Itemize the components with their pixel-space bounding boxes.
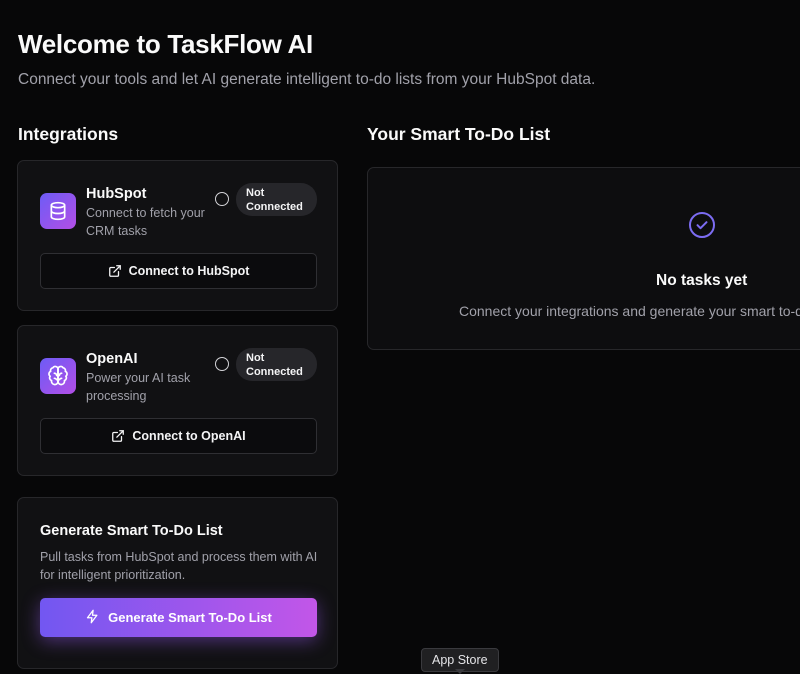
openai-integration-card: OpenAI Power your AI task processing Not… — [17, 325, 338, 476]
openai-radio[interactable] — [215, 357, 229, 371]
openai-name: OpenAI — [86, 351, 138, 367]
external-link-icon — [111, 429, 125, 443]
status-line-1: Not — [246, 352, 265, 364]
generate-card: Generate Smart To-Do List Pull tasks fro… — [17, 497, 338, 669]
openai-description: Power your AI task processing — [86, 371, 191, 403]
empty-state-title: No tasks yet — [656, 272, 748, 289]
generate-description: Pull tasks from HubSpot and process them… — [40, 550, 318, 582]
generate-title: Generate Smart To-Do List — [40, 523, 223, 539]
page-subtitle: Connect your tools and let AI generate i… — [18, 71, 596, 88]
generate-button-label: Generate Smart To-Do List — [108, 610, 272, 625]
todo-list-panel: No tasks yet Connect your integrations a… — [367, 167, 800, 350]
status-line-2: Connected — [246, 366, 303, 378]
app-page: Welcome to TaskFlow AI Connect your tool… — [0, 0, 800, 674]
generate-todo-button[interactable]: Generate Smart To-Do List — [40, 598, 317, 637]
empty-state-description: Connect your integrations and generate y… — [459, 303, 800, 319]
connect-hubspot-label: Connect to HubSpot — [128, 264, 250, 278]
hubspot-integration-card: HubSpot Connect to fetch your CRM tasks … — [17, 160, 338, 311]
lightning-icon — [85, 609, 100, 627]
connect-hubspot-button[interactable]: Connect to HubSpot — [40, 253, 317, 289]
tooltip-arrow — [455, 669, 465, 674]
openai-status-badge: Not Connected — [236, 348, 317, 381]
database-icon — [40, 193, 76, 229]
status-line-2: Connected — [246, 201, 303, 213]
external-link-icon — [108, 264, 122, 278]
hubspot-description: Connect to fetch your CRM tasks — [86, 206, 205, 238]
hubspot-status-badge: Not Connected — [236, 183, 317, 216]
integrations-heading: Integrations — [18, 124, 119, 144]
todo-list-heading: Your Smart To-Do List — [367, 124, 551, 144]
connect-openai-button[interactable]: Connect to OpenAI — [40, 418, 317, 454]
brain-icon — [40, 358, 76, 394]
connect-openai-label: Connect to OpenAI — [132, 429, 246, 443]
check-circle-icon — [688, 211, 716, 239]
hubspot-name: HubSpot — [86, 186, 147, 202]
hubspot-radio[interactable] — [215, 192, 229, 206]
status-line-1: Not — [246, 187, 265, 199]
page-title: Welcome to TaskFlow AI — [18, 29, 313, 59]
